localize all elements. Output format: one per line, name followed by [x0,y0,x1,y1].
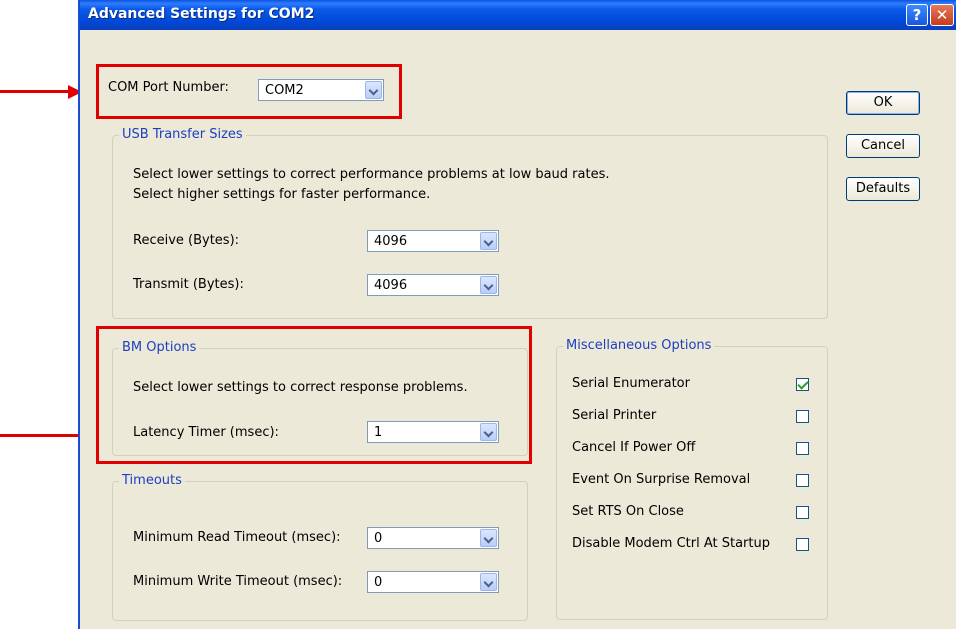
usb-desc-high: Select higher settings for faster perfor… [133,187,431,202]
misc-option-label: Event On Surprise Removal [572,472,751,487]
annotation-box-bm-options [96,326,532,464]
write-timeout-select[interactable]: 0 [367,571,499,593]
read-timeout-select[interactable]: 0 [367,527,499,549]
receive-select[interactable]: 4096 [367,230,499,252]
misc-option-label: Serial Printer [572,408,657,423]
annotation-arrow-bm-options [0,434,80,437]
transmit-value: 4096 [374,278,408,293]
receive-value: 4096 [374,234,408,249]
receive-label: Receive (Bytes): [133,233,240,248]
misc-options-legend: Miscellaneous Options [563,338,715,353]
misc-option-label: Disable Modem Ctrl At Startup [572,536,770,551]
dialog-window: Advanced Settings for COM2 ? ✕ COM Port … [78,0,956,629]
annotation-box-com-port [96,64,402,119]
misc-option-checkbox[interactable] [796,378,809,391]
misc-option-checkbox[interactable] [796,474,809,487]
chevron-down-icon[interactable] [480,529,497,547]
defaults-button[interactable]: Defaults [846,177,920,201]
misc-option-label: Set RTS On Close [572,504,684,519]
transmit-label: Transmit (Bytes): [133,277,244,292]
close-button[interactable]: ✕ [930,4,954,26]
close-icon: ✕ [935,6,949,24]
transmit-select[interactable]: 4096 [367,274,499,296]
timeouts-group: Timeouts Minimum Read Timeout (msec): 0 … [112,473,528,621]
annotation-arrow-com-port [0,90,70,93]
usb-transfer-group: USB Transfer Sizes Select lower settings… [112,127,828,319]
misc-option-checkbox[interactable] [796,506,809,519]
window-title: Advanced Settings for COM2 [88,6,315,22]
chevron-down-icon[interactable] [480,573,497,591]
cancel-button[interactable]: Cancel [846,134,920,158]
misc-option-checkbox[interactable] [796,538,809,551]
write-timeout-value: 0 [374,575,383,590]
misc-options-group: Miscellaneous Options Serial Enumerator S… [556,338,828,620]
misc-option-label: Cancel If Power Off [572,440,696,455]
misc-option-checkbox[interactable] [796,410,809,423]
chevron-down-icon[interactable] [480,232,497,250]
ok-button[interactable]: OK [846,91,920,115]
title-bar: Advanced Settings for COM2 ? ✕ [80,0,956,30]
help-icon: ? [912,6,922,24]
misc-option-checkbox[interactable] [796,442,809,455]
timeouts-legend: Timeouts [119,473,185,488]
help-button[interactable]: ? [906,4,928,26]
chevron-down-icon[interactable] [480,276,497,294]
usb-desc-low: Select lower settings to correct perform… [133,167,610,182]
write-timeout-label: Minimum Write Timeout (msec): [133,574,343,589]
usb-transfer-legend: USB Transfer Sizes [119,127,246,142]
read-timeout-value: 0 [374,531,383,546]
read-timeout-label: Minimum Read Timeout (msec): [133,530,341,545]
misc-option-label: Serial Enumerator [572,376,690,391]
